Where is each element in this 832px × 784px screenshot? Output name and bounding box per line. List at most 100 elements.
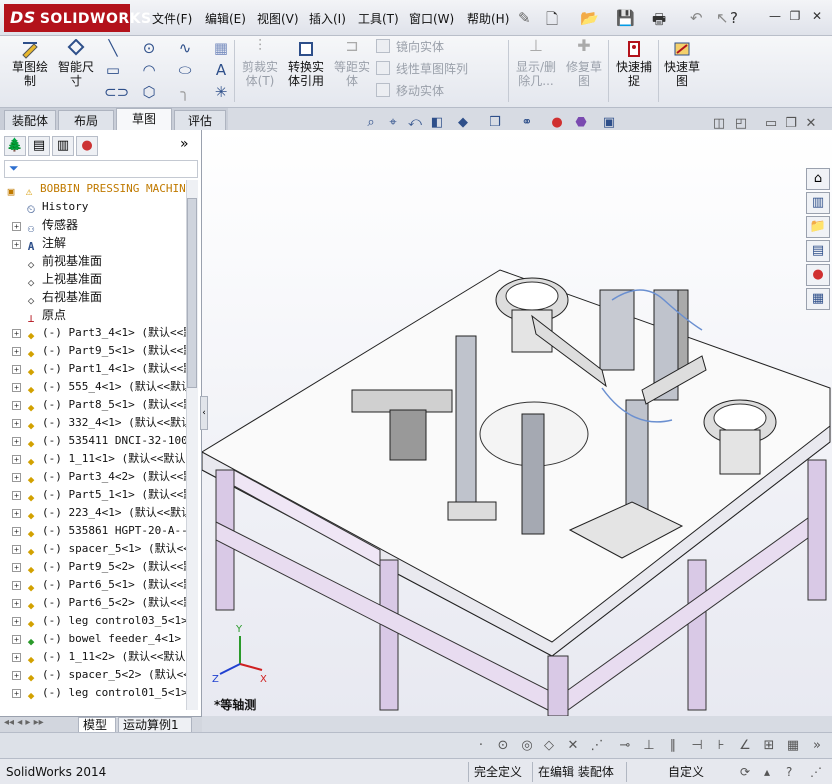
quick-snaps-button[interactable]: 快速捕 捉 (612, 36, 656, 88)
menu-edit[interactable]: 编辑(E) (205, 10, 246, 27)
midpoint-snap-icon[interactable]: ◎ (518, 737, 536, 755)
expand-toggle-icon[interactable]: + (12, 329, 21, 338)
expand-toggle-icon[interactable]: + (12, 689, 21, 698)
previous-view-icon[interactable]: ⤺ (406, 114, 424, 132)
rapid-sketch-button[interactable]: 快速草 图 (660, 36, 704, 88)
vertical-snap-icon[interactable]: ⊦ (712, 737, 730, 755)
property-manager-icon[interactable]: ▤ (28, 136, 50, 156)
solidworks-logo[interactable]: DS SOLIDWORKS (4, 4, 151, 32)
polygon-icon[interactable]: ⬡ (140, 83, 158, 101)
expand-toggle-icon[interactable]: + (12, 527, 21, 536)
zoom-to-fit-icon[interactable]: ⌕ (362, 114, 380, 132)
tab-motion-study[interactable]: 运动算例1 (118, 717, 192, 733)
apply-scene-icon[interactable]: ⬣ (572, 114, 590, 132)
print-icon[interactable]: 🖶 (652, 9, 666, 34)
expand-panel-icon[interactable]: » (180, 136, 189, 152)
document-minimize-icon[interactable]: ▭ (762, 115, 780, 133)
split-view-icon[interactable]: ◫ (710, 115, 728, 133)
point-icon[interactable]: ✳ (212, 83, 230, 101)
expand-toggle-icon[interactable]: + (12, 455, 21, 464)
section-view-icon[interactable]: ◧ (428, 114, 446, 132)
document-close-icon[interactable]: ✕ (802, 115, 820, 133)
expand-toggle-icon[interactable]: + (12, 671, 21, 680)
tree-item[interactable]: + A 注解 (12, 234, 66, 253)
select-arrow-icon[interactable]: ↖ (716, 9, 729, 27)
appearance-icon[interactable]: ● (76, 136, 98, 156)
tree-item[interactable]: ◇ 右视基准面 (12, 288, 102, 307)
expand-toggle-icon[interactable]: + (12, 617, 21, 626)
tab-scroll-arrows-icon[interactable]: ◂◂ ◂ ▸ ▸▸ (4, 717, 44, 728)
graphics-area[interactable]: Y X Z (201, 130, 832, 717)
ellipse-icon[interactable]: ⬭ (176, 61, 194, 79)
intersection-snap-icon[interactable]: ✕ (564, 737, 582, 755)
minimize-icon[interactable]: — (766, 8, 784, 24)
tree-item[interactable]: + ◆ (-) 1_11<2> (默认<<默认 (12, 648, 185, 666)
expand-toggle-icon[interactable]: + (12, 509, 21, 518)
sketch-button[interactable]: 草图绘 制 (8, 36, 52, 88)
tree-item[interactable]: + ◆ (-) Part3_4<2> (默认<<默 (12, 468, 186, 486)
length-snap-icon[interactable]: ⊞ (760, 737, 778, 755)
close-icon[interactable]: ✕ (808, 8, 826, 24)
circle-icon[interactable]: ⊙ (140, 39, 158, 57)
status-units[interactable]: 自定义 (668, 763, 704, 781)
menu-insert[interactable]: 插入(I) (309, 10, 346, 27)
panel-collapse-handle[interactable]: ‹ (200, 396, 208, 430)
tree-item[interactable]: + ◆ (-) spacer_5<1> (默认<<默 (12, 540, 186, 558)
tree-item[interactable]: + ◆ (-) 535411 DNCI-32-100-P (12, 432, 186, 450)
linear-pattern-button[interactable]: 线性草图阵列 (376, 60, 468, 78)
display-style-icon[interactable]: ❒ (486, 114, 504, 132)
expand-toggle-icon[interactable]: + (12, 419, 21, 428)
toolbar-overflow-icon[interactable]: » (808, 737, 826, 755)
tree-item[interactable]: ⏲ History (12, 198, 89, 216)
tree-scrollbar-thumb[interactable] (187, 198, 197, 388)
help-icon[interactable]: ? (730, 9, 738, 27)
expand-toggle-icon[interactable]: + (12, 401, 21, 410)
menu-view[interactable]: 视图(V) (257, 10, 299, 27)
configuration-manager-icon[interactable]: ▥ (52, 136, 74, 156)
horizontal-snap-icon[interactable]: ⊣ (688, 737, 706, 755)
tree-item[interactable]: ⊥ 原点 (12, 306, 66, 325)
arc-icon[interactable]: ◠ (140, 61, 158, 79)
menu-window[interactable]: 窗口(W) (409, 10, 454, 27)
feature-tree-icon[interactable]: 🌲 (4, 136, 26, 156)
tree-item[interactable]: + ◆ (-) Part5_1<1> (默认<<默 (12, 486, 186, 504)
mirror-entities-button[interactable]: 镜向实体 (376, 38, 444, 56)
convert-entities-button[interactable]: 转换实 体引用 (284, 36, 328, 88)
tree-item[interactable]: + ◆ (-) leg control01_5<1> (12, 684, 186, 702)
tree-item[interactable]: + ◆ (-) 332_4<1> (默认<<默认 (12, 414, 186, 432)
expand-toggle-icon[interactable]: + (12, 491, 21, 500)
tile-view-icon[interactable]: ◰ (732, 115, 750, 133)
open-folder-icon[interactable]: 📂 (580, 9, 599, 27)
tree-item[interactable]: + ◆ (-) Part6_5<1> (默认<<默 (12, 576, 186, 594)
view-settings-icon[interactable]: ▣ (600, 114, 618, 132)
expand-toggle-icon[interactable]: + (12, 545, 21, 554)
expand-toggle-icon[interactable]: + (12, 599, 21, 608)
tree-item[interactable]: + ◆ (-) Part9_5<1> (默认<<默 (12, 342, 186, 360)
design-library-icon[interactable]: ▥ (806, 192, 830, 214)
expand-toggle-icon[interactable]: + (12, 365, 21, 374)
trim-entities-button[interactable]: ⫶ 剪裁实 体(T) (238, 36, 282, 89)
point-snap-icon[interactable]: · (472, 737, 490, 755)
tab-layout[interactable]: 布局 (58, 110, 114, 130)
tree-item[interactable]: + ◆ (-) Part6_5<2> (默认<<默 (12, 594, 186, 612)
custom-properties-icon[interactable]: ▦ (806, 288, 830, 310)
offset-entities-button[interactable]: ⊐ 等距实 体 (330, 36, 374, 89)
appearances-scenes-icon[interactable]: ● (806, 264, 830, 286)
tree-item[interactable]: + ◆ (-) Part9_5<2> (默认<<默 (12, 558, 186, 576)
menu-tools[interactable]: 工具(T) (358, 10, 399, 27)
perpendicular-snap-icon[interactable]: ⊥ (640, 737, 658, 755)
solidworks-resources-icon[interactable]: ⌂ (806, 168, 830, 190)
document-restore-icon[interactable]: ❐ (782, 115, 800, 133)
expand-toggle-icon[interactable]: + (12, 563, 21, 572)
tree-item[interactable]: ◇ 上视基准面 (12, 270, 102, 289)
smart-dimension-button[interactable]: 智能尺 寸 (54, 36, 98, 88)
angle-snap-icon[interactable]: ∠ (736, 737, 754, 755)
tree-item[interactable]: + ◆ (-) Part8_5<1> (默认<<默 (12, 396, 186, 414)
tree-item[interactable]: + ⚇ 传感器 (12, 216, 78, 235)
view-orientation-icon[interactable]: ◆ (454, 114, 472, 132)
help-status-icon[interactable]: ? (786, 763, 792, 781)
nearest-snap-icon[interactable]: ⋰ (588, 737, 606, 755)
menu-help[interactable]: 帮助(H) (467, 10, 509, 27)
tangent-snap-icon[interactable]: ⊸ (616, 737, 634, 755)
expand-toggle-icon[interactable]: + (12, 437, 21, 446)
